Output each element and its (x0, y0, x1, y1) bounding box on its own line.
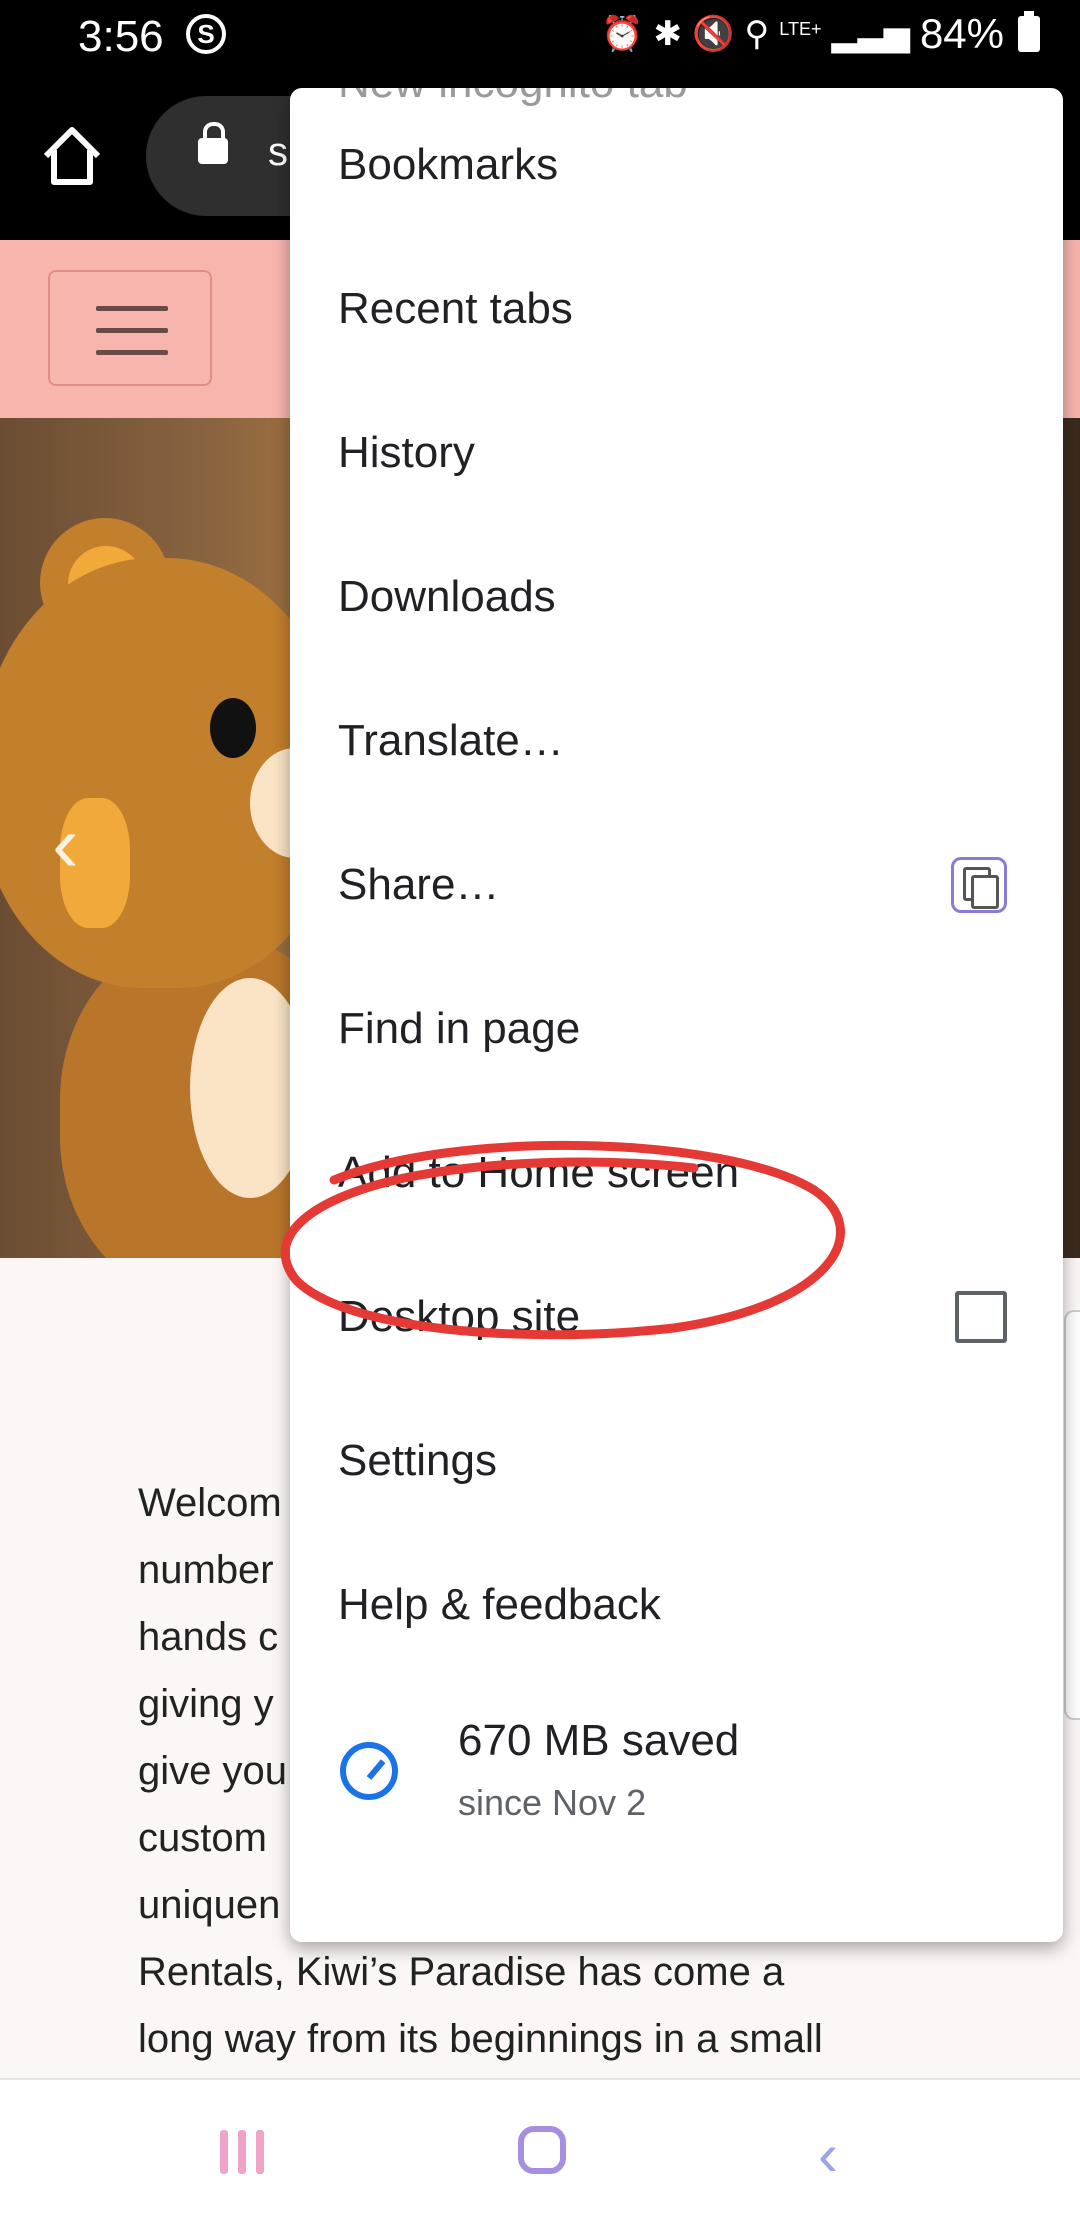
carousel-prev-icon[interactable]: ‹ (52, 798, 79, 890)
hamburger-line (96, 306, 168, 311)
browser-overflow-menu: New incognito tab Bookmarks Recent tabs … (290, 88, 1063, 1942)
menu-item-label: Translate… (338, 716, 564, 765)
system-navigation-bar: ‹ (0, 2078, 1080, 2222)
recent-apps-button[interactable] (220, 2130, 268, 2174)
bluetooth-icon: ✱ (653, 15, 683, 53)
app-notification-icon: S (186, 14, 226, 54)
status-time: 3:56 (78, 12, 164, 61)
menu-item-label: Share… (338, 860, 500, 909)
lock-icon (198, 122, 228, 164)
hamburger-line (96, 350, 168, 355)
mute-icon: 🔇 (692, 15, 735, 53)
menu-item-help-feedback[interactable]: Help & feedback (290, 1533, 1063, 1677)
home-button[interactable] (518, 2126, 566, 2174)
recent-apps-bar (238, 2130, 246, 2174)
menu-item-settings[interactable]: Settings (290, 1389, 1063, 1533)
data-saved-amount: 670 MB saved (458, 1716, 740, 1765)
network-type: LTE+ (779, 19, 822, 39)
menu-item-desktop-site[interactable]: Desktop site (290, 1245, 1063, 1389)
menu-item-share[interactable]: Share… (290, 813, 1063, 957)
hamburger-menu-button[interactable] (48, 270, 212, 386)
data-saved-since: since Nov 2 (458, 1782, 647, 1823)
menu-item-label: Downloads (338, 572, 556, 621)
menu-item-add-to-home-screen[interactable]: Add to Home screen (290, 1101, 1063, 1245)
menu-item-label: Bookmarks (338, 140, 559, 189)
location-icon: ⚲ (744, 15, 770, 53)
copy-icon[interactable] (951, 857, 1007, 913)
menu-item-label: Recent tabs (338, 284, 573, 333)
menu-item-label: Settings (338, 1436, 497, 1485)
data-saver-gauge-icon (340, 1742, 398, 1800)
alarm-icon: ⏰ (601, 15, 644, 53)
menu-item-label: Desktop site (338, 1292, 581, 1341)
back-icon[interactable]: ‹ (818, 2120, 838, 2189)
battery-percent: 84% (919, 10, 1004, 57)
menu-item-downloads[interactable]: Downloads (290, 525, 1063, 669)
menu-item-label: Add to Home screen (338, 1148, 740, 1197)
body-line: Rentals, Kiwi’s Paradise has come a (138, 1950, 785, 1994)
menu-item-history[interactable]: History (290, 381, 1063, 525)
battery-icon (1018, 11, 1040, 52)
signal-icon: ▂▃▅ (831, 15, 910, 53)
status-bar: 3:56 S ⏰ ✱ 🔇 ⚲ LTE+ ▂▃▅ 84% (0, 0, 1080, 72)
home-icon[interactable] (38, 122, 106, 190)
menu-item-translate[interactable]: Translate… (290, 669, 1063, 813)
recent-apps-bar (256, 2130, 264, 2174)
menu-item-recent-tabs[interactable]: Recent tabs (290, 237, 1063, 381)
menu-item-label: Find in page (338, 1004, 581, 1053)
body-line: long way from its beginnings in a small (138, 2017, 823, 2061)
page-scrollbar[interactable] (1064, 1310, 1080, 1720)
menu-item-label: History (338, 428, 475, 477)
recent-apps-bar (220, 2130, 228, 2174)
status-icons: ⏰ ✱ 🔇 ⚲ LTE+ ▂▃▅ 84% (601, 10, 1040, 58)
url-text: s (268, 130, 288, 174)
menu-item-label: Help & feedback (338, 1580, 661, 1629)
hamburger-line (96, 328, 168, 333)
desktop-site-checkbox[interactable] (955, 1291, 1007, 1343)
menu-item-data-saver[interactable]: 670 MB saved since Nov 2 (290, 1688, 1063, 1858)
menu-item-bookmarks[interactable]: Bookmarks (290, 93, 1063, 237)
menu-item-find-in-page[interactable]: Find in page (290, 957, 1063, 1101)
bear-eye (210, 698, 256, 758)
